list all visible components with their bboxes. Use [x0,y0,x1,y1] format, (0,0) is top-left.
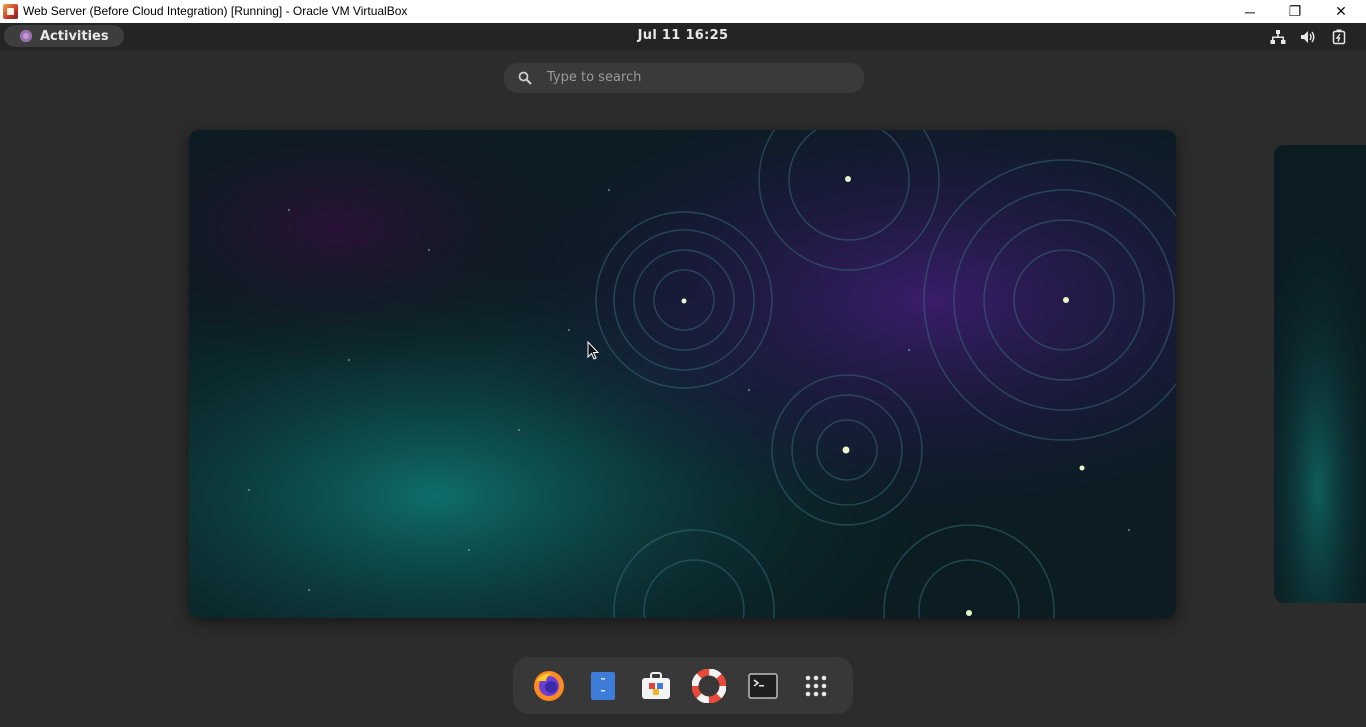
search-placeholder: Type to search [547,70,642,85]
wallpaper-image [189,130,1176,618]
terminal-icon[interactable] [745,668,781,704]
files-icon[interactable] [585,668,621,704]
workspace-thumbnail-current[interactable] [189,130,1176,618]
virtualbox-icon [3,4,18,19]
close-button[interactable]: ✕ [1318,0,1364,23]
mouse-cursor-icon [587,341,599,360]
software-icon[interactable] [638,668,674,704]
minimize-button[interactable]: ─ [1227,0,1273,23]
help-icon[interactable] [691,668,727,704]
volume-icon[interactable] [1300,29,1316,45]
gnome-top-bar: Activities Jul 11 16:25 [0,23,1366,51]
workspace-thumbnail-next[interactable] [1274,145,1366,603]
search-icon [518,71,532,85]
show-apps-icon[interactable] [798,668,834,704]
search-input[interactable]: Type to search [503,62,865,94]
clock[interactable]: Jul 11 16:25 [0,28,1366,43]
restore-button[interactable]: ❐ [1272,0,1318,23]
power-icon[interactable] [1331,29,1347,45]
network-icon[interactable] [1270,29,1286,45]
host-title-bar: Web Server (Before Cloud Integration) [R… [0,0,1366,23]
firefox-icon[interactable] [531,668,567,704]
wallpaper-image [1274,145,1366,603]
dash [513,657,853,714]
window-title: Web Server (Before Cloud Integration) [R… [23,4,408,18]
